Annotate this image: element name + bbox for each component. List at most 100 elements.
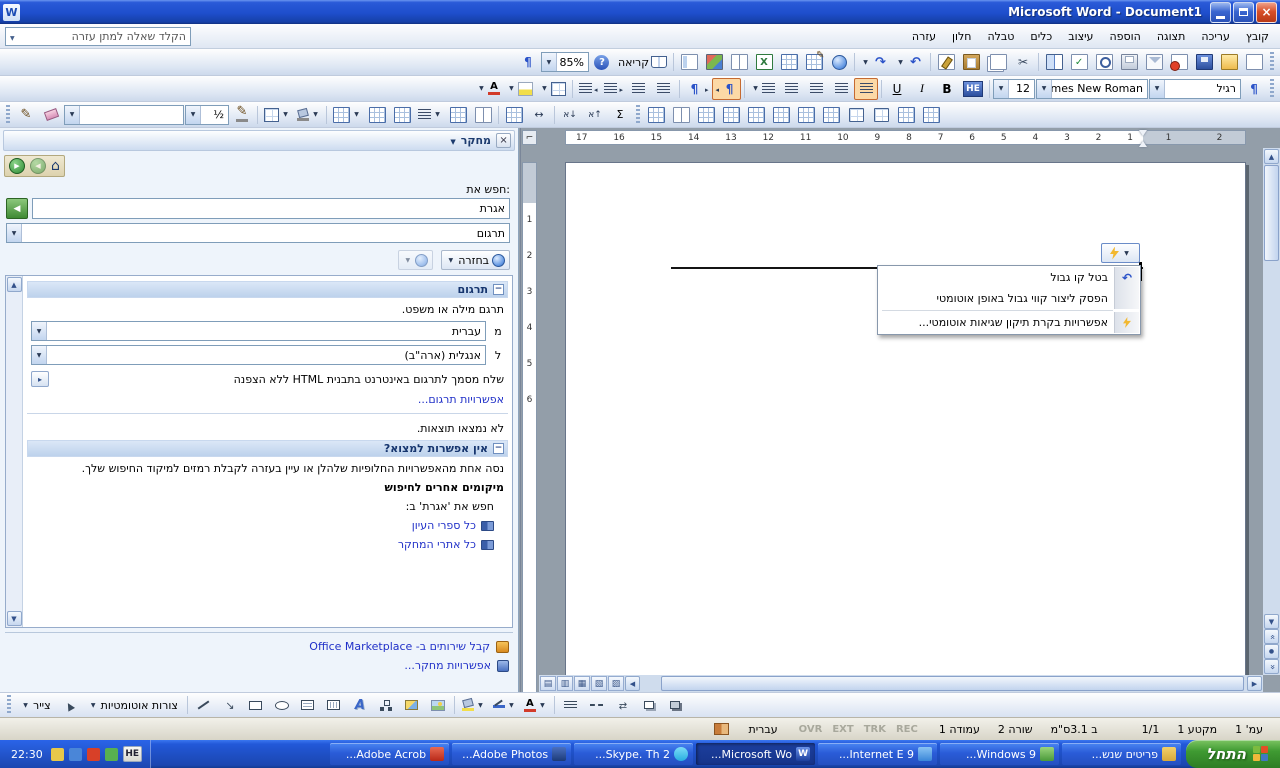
ltr-paragraph-button[interactable]: [683, 78, 712, 100]
next-page-button[interactable]: »: [1264, 659, 1279, 674]
style-combo[interactable]: רגיל: [1149, 78, 1241, 99]
chevron-down-icon[interactable]: [541, 53, 557, 71]
split-cells-button[interactable]: [390, 104, 414, 126]
draw-table-button[interactable]: [14, 104, 38, 126]
chevron-down-icon[interactable]: [10, 30, 15, 43]
split-table-button[interactable]: [719, 104, 743, 126]
shadow-style-button[interactable]: [637, 694, 661, 716]
chevron-down-icon[interactable]: [7, 224, 22, 242]
format-painter-button[interactable]: [934, 51, 958, 73]
taskbar-app-button[interactable]: פריטים שנש...: [1062, 743, 1182, 765]
numbering-button[interactable]: [652, 78, 676, 100]
read-mode-button[interactable]: קריאה: [615, 51, 670, 73]
scroll-up-icon[interactable]: [6, 277, 22, 292]
vertical-scrollbar[interactable]: « »: [1263, 148, 1280, 675]
menu-item[interactable]: עזרה: [904, 26, 944, 47]
select-objects-button[interactable]: [58, 694, 82, 716]
distribute-rows-button[interactable]: [446, 104, 470, 126]
oval-button[interactable]: [270, 694, 294, 716]
menu-item-autocorrect-options[interactable]: אפשרויות בקרת תיקון שגיאות אוטומטי...: [879, 312, 1139, 333]
chevron-down-icon[interactable]: [507, 702, 516, 709]
chevron-down-icon[interactable]: [477, 85, 486, 92]
research-options-row[interactable]: אפשרויות מחקר...: [5, 656, 513, 675]
insert-hyperlink-button[interactable]: [827, 51, 851, 73]
outline-view-button[interactable]: ▧: [591, 676, 607, 691]
toolbar-grip[interactable]: [7, 695, 11, 715]
toolbar-grip[interactable]: [6, 104, 10, 125]
home-icon[interactable]: [51, 158, 60, 174]
menu-item[interactable]: תצוגה: [1149, 26, 1193, 47]
menu-item-undo-border[interactable]: בטל קו גבול: [879, 267, 1139, 288]
forward-icon[interactable]: [30, 158, 46, 174]
chevron-down-icon[interactable]: [751, 85, 760, 92]
merge-cells-button[interactable]: [365, 104, 389, 126]
diagram-button[interactable]: [374, 694, 398, 716]
zoom-combo[interactable]: 85%: [540, 52, 589, 72]
line-spacing-button[interactable]: [748, 78, 778, 100]
print-layout-view-button[interactable]: ▦: [574, 676, 590, 691]
status-indicator[interactable]: REC: [892, 724, 922, 735]
marketplace-link[interactable]: קבל שירותים ב- Office Marketplace: [309, 640, 490, 653]
chevron-down-icon[interactable]: [311, 111, 320, 118]
status-indicator[interactable]: EXT: [828, 724, 857, 735]
start-search-button[interactable]: [6, 198, 28, 219]
arrow-button[interactable]: [218, 694, 242, 716]
taskbar-app-button[interactable]: Windows 9...: [940, 743, 1060, 765]
chevron-down-icon[interactable]: [861, 59, 870, 66]
decrease-indent-button[interactable]: [601, 78, 626, 100]
line-style-combo[interactable]: [64, 104, 184, 125]
insert-excel-button[interactable]: [752, 51, 776, 73]
dash-style-button[interactable]: [585, 694, 609, 716]
document-page[interactable]: [565, 162, 1246, 675]
italic-button[interactable]: I: [910, 78, 934, 100]
taskbar-app-button[interactable]: Adobe Photos...: [452, 743, 572, 765]
chevron-down-icon[interactable]: [538, 702, 547, 709]
taskbar-app-button[interactable]: Adobe Acrob...: [330, 743, 450, 765]
align-right-button[interactable]: [854, 77, 878, 100]
email-button[interactable]: [1142, 51, 1166, 73]
document-canvas[interactable]: בטל קו גבול הפסק ליצור קווי גבול באופן א…: [539, 148, 1263, 675]
chevron-down-icon[interactable]: [507, 85, 516, 92]
rectangle-button[interactable]: [244, 694, 268, 716]
table-select-button[interactable]: [919, 104, 943, 126]
indent-markers[interactable]: [1137, 129, 1149, 148]
chevron-down-icon[interactable]: [450, 134, 455, 147]
scrollbar-track[interactable]: [641, 676, 1246, 691]
research-button[interactable]: [1042, 51, 1066, 73]
spelling-status-icon[interactable]: [714, 723, 730, 735]
scroll-right-icon[interactable]: [1247, 676, 1262, 691]
restore-button[interactable]: [1233, 1, 1254, 23]
increase-indent-button[interactable]: [576, 78, 601, 100]
font-combo[interactable]: Times New Roman: [1036, 78, 1148, 99]
highlight-button[interactable]: [504, 78, 536, 100]
chevron-down-icon[interactable]: [446, 257, 455, 264]
copy-button[interactable]: [984, 51, 1010, 73]
menu-item[interactable]: חלון: [944, 26, 979, 47]
borders-button[interactable]: [537, 78, 569, 100]
autocorrect-options-button[interactable]: [1101, 243, 1140, 263]
chevron-down-icon[interactable]: [32, 322, 47, 340]
tray-icon-2[interactable]: [86, 747, 100, 761]
horizontal-scrollbar[interactable]: ▤ ▥ ▦ ▧ ▨: [539, 675, 1263, 692]
cut-button[interactable]: [1011, 51, 1035, 73]
to-language-combo[interactable]: אנגלית (ארה"ב): [31, 345, 486, 365]
autoshapes-menu-button[interactable]: צורות אוטומטיות: [84, 695, 183, 715]
chevron-down-icon[interactable]: [1150, 79, 1165, 98]
previous-page-button[interactable]: «: [1264, 629, 1279, 644]
insert-table-button[interactable]: [777, 51, 801, 73]
text-direction-button[interactable]: [527, 104, 551, 126]
tab-selector[interactable]: [522, 130, 537, 145]
help-button[interactable]: [590, 51, 614, 73]
insert-rows-button[interactable]: [644, 104, 668, 126]
chevron-down-icon[interactable]: [21, 702, 30, 709]
collapse-icon[interactable]: −: [493, 284, 504, 295]
redo-button[interactable]: [858, 51, 892, 73]
chevron-down-icon[interactable]: [476, 702, 485, 709]
next-results-button[interactable]: [398, 250, 434, 270]
table-properties-button[interactable]: [819, 104, 843, 126]
taskbar-app-button[interactable]: Microsoft Wo...: [696, 743, 816, 765]
back-results-button[interactable]: בחזרה: [441, 250, 510, 270]
status-indicator[interactable]: TRK: [860, 724, 890, 735]
scroll-up-icon[interactable]: [1264, 149, 1279, 164]
tray-icon-1[interactable]: [104, 747, 118, 761]
